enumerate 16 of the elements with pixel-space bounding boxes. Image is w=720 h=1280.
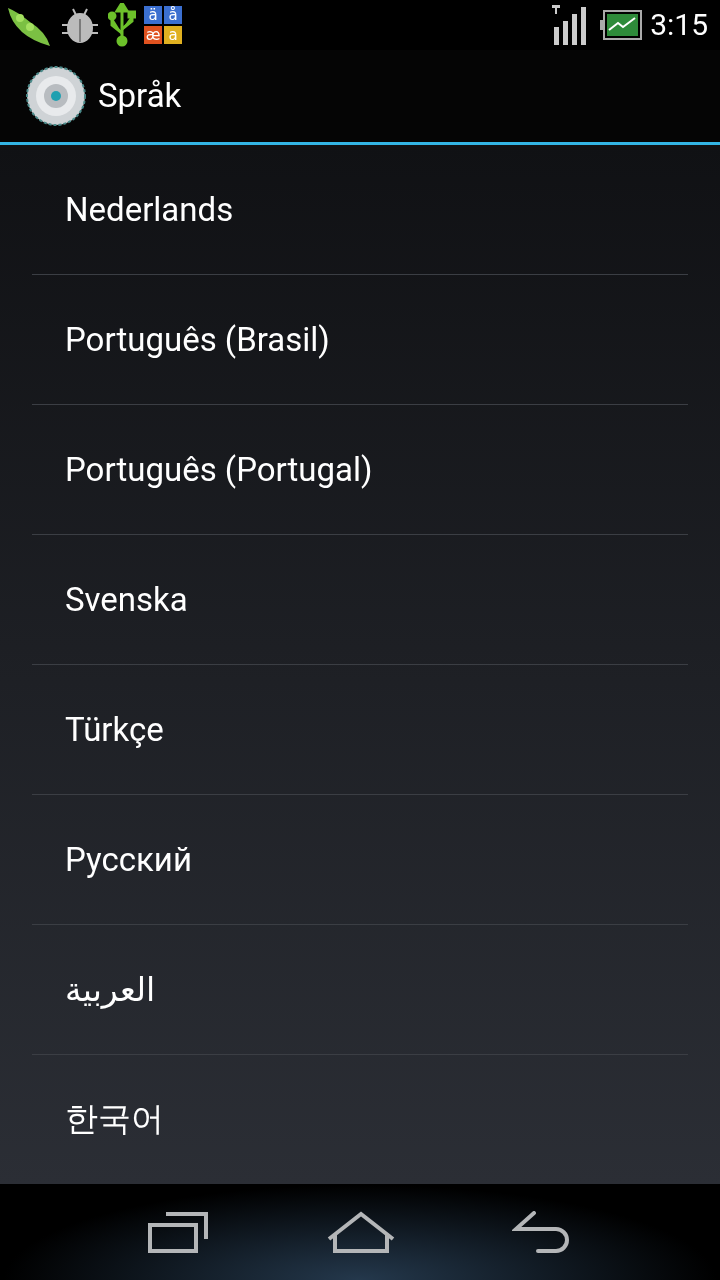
language-item[interactable]: Türkçe — [32, 664, 688, 795]
language-item[interactable]: العربية — [32, 924, 688, 1055]
language-item[interactable]: Svenska — [32, 534, 688, 665]
battery-icon — [600, 9, 643, 40]
recent-apps-icon[interactable] — [148, 1210, 211, 1253]
screen-title: Språk — [98, 76, 182, 116]
disc-icon[interactable] — [26, 65, 86, 126]
language-item[interactable]: Русский — [32, 794, 688, 925]
language-item[interactable]: Português (Brasil) — [32, 274, 688, 405]
home-icon[interactable] — [327, 1210, 395, 1253]
language-item[interactable]: Português (Portugal) — [32, 404, 688, 535]
usb-icon — [108, 2, 136, 47]
language-item[interactable]: 한국어 — [32, 1054, 688, 1184]
clock: 3:15 — [650, 7, 708, 43]
back-icon[interactable] — [511, 1210, 572, 1253]
language-item[interactable]: Nederlands — [32, 144, 688, 275]
